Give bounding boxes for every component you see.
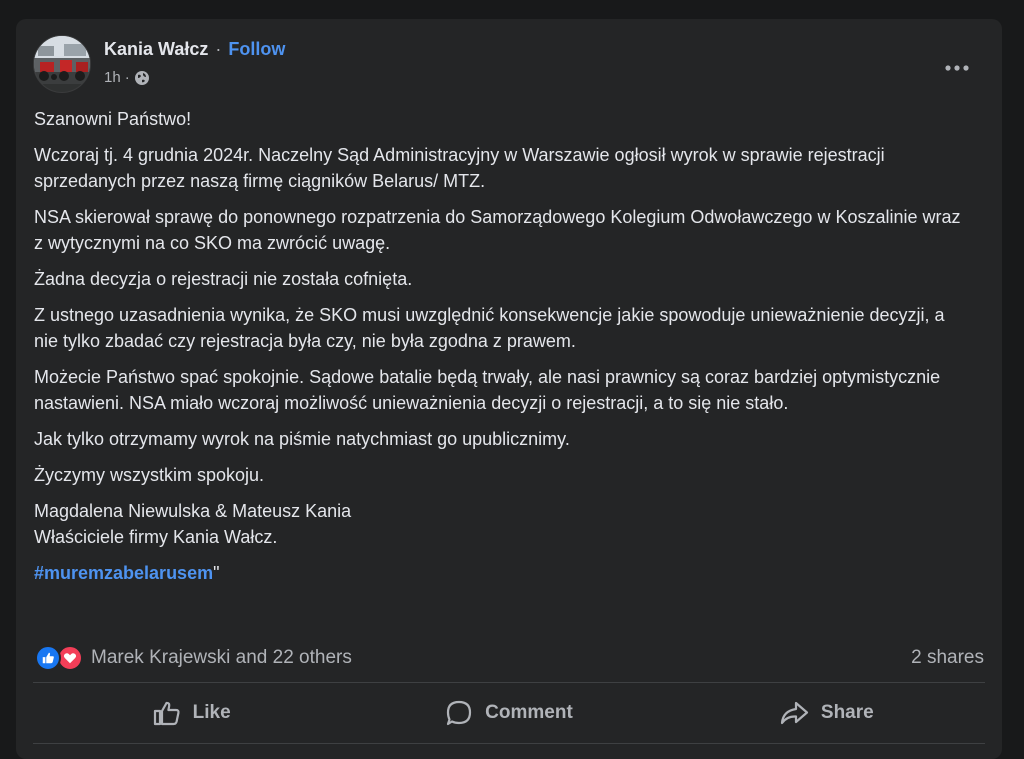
reaction-icons xyxy=(35,645,83,671)
avatar[interactable] xyxy=(33,35,91,93)
share-icon xyxy=(780,701,809,725)
comment-icon xyxy=(447,700,472,726)
divider xyxy=(33,743,985,744)
more-options-button[interactable] xyxy=(939,55,975,81)
paragraph: Wczoraj tj. 4 grudnia 2024r. Naczelny Są… xyxy=(34,145,885,191)
follow-button[interactable]: Follow xyxy=(228,39,285,59)
paragraph: Możecie Państwo spać spokojnie. Sądowe b… xyxy=(34,367,941,413)
shares-count[interactable]: 2 shares xyxy=(911,647,984,669)
hashtag-row: #muremzabelarusem" xyxy=(34,560,966,586)
paragraph: Szanowni Państwo! xyxy=(34,109,192,129)
paragraph: Z ustnego uzasadnienia wynika, że SKO mu… xyxy=(34,305,945,351)
share-label: Share xyxy=(820,702,874,723)
thumbs-up-icon xyxy=(153,701,180,726)
signature-title: Właściciele firmy Kania Wałcz. xyxy=(34,527,278,547)
author-line: Kania Wałcz · Follow xyxy=(104,39,285,60)
paragraph: Żadna decyzja o rejestracji nie została … xyxy=(34,269,413,289)
post-header: Kania Wałcz · Follow 1h · xyxy=(33,35,985,95)
engagement-bar: Marek Krajewski and 22 others 2 shares xyxy=(35,643,984,673)
paragraph: Życzymy wszystkim spokoju. xyxy=(34,465,265,485)
like-label: Like xyxy=(192,702,231,723)
reactions-summary[interactable]: Marek Krajewski and 22 others xyxy=(35,645,352,671)
post-body: Szanowni Państwo! Wczoraj tj. 4 grudnia … xyxy=(34,106,966,586)
share-button[interactable]: Share xyxy=(668,689,985,737)
meta-separator: · xyxy=(124,69,130,86)
signature: Magdalena Niewulska & Mateusz Kania Właś… xyxy=(34,498,966,550)
like-button[interactable]: Like xyxy=(33,689,350,737)
paragraph: NSA skierował sprawę do ponownego rozpat… xyxy=(34,207,961,253)
post-card: Kania Wałcz · Follow 1h · Szanowni Państ… xyxy=(16,19,1002,759)
author-name[interactable]: Kania Wałcz xyxy=(104,39,208,59)
hashtag-suffix: " xyxy=(213,563,220,583)
more-horizontal-icon xyxy=(945,65,969,71)
post-meta: 1h · xyxy=(104,69,150,86)
avatar-image xyxy=(34,36,90,92)
separator-dot: · xyxy=(215,39,222,59)
like-reaction-icon xyxy=(35,645,61,671)
post-actions: Like Comment Share xyxy=(33,689,985,737)
paragraph: Jak tylko otrzymamy wyrok na piśmie naty… xyxy=(34,429,570,449)
comment-button[interactable]: Comment xyxy=(350,689,667,737)
comment-label: Comment xyxy=(485,702,573,723)
divider xyxy=(33,682,985,683)
post-timestamp[interactable]: 1h xyxy=(104,69,121,86)
hashtag-link[interactable]: #muremzabelarusem xyxy=(34,563,213,583)
globe-icon[interactable] xyxy=(134,70,150,86)
signature-names: Magdalena Niewulska & Mateusz Kania xyxy=(34,501,352,521)
reactions-count[interactable]: Marek Krajewski and 22 others xyxy=(91,647,352,669)
